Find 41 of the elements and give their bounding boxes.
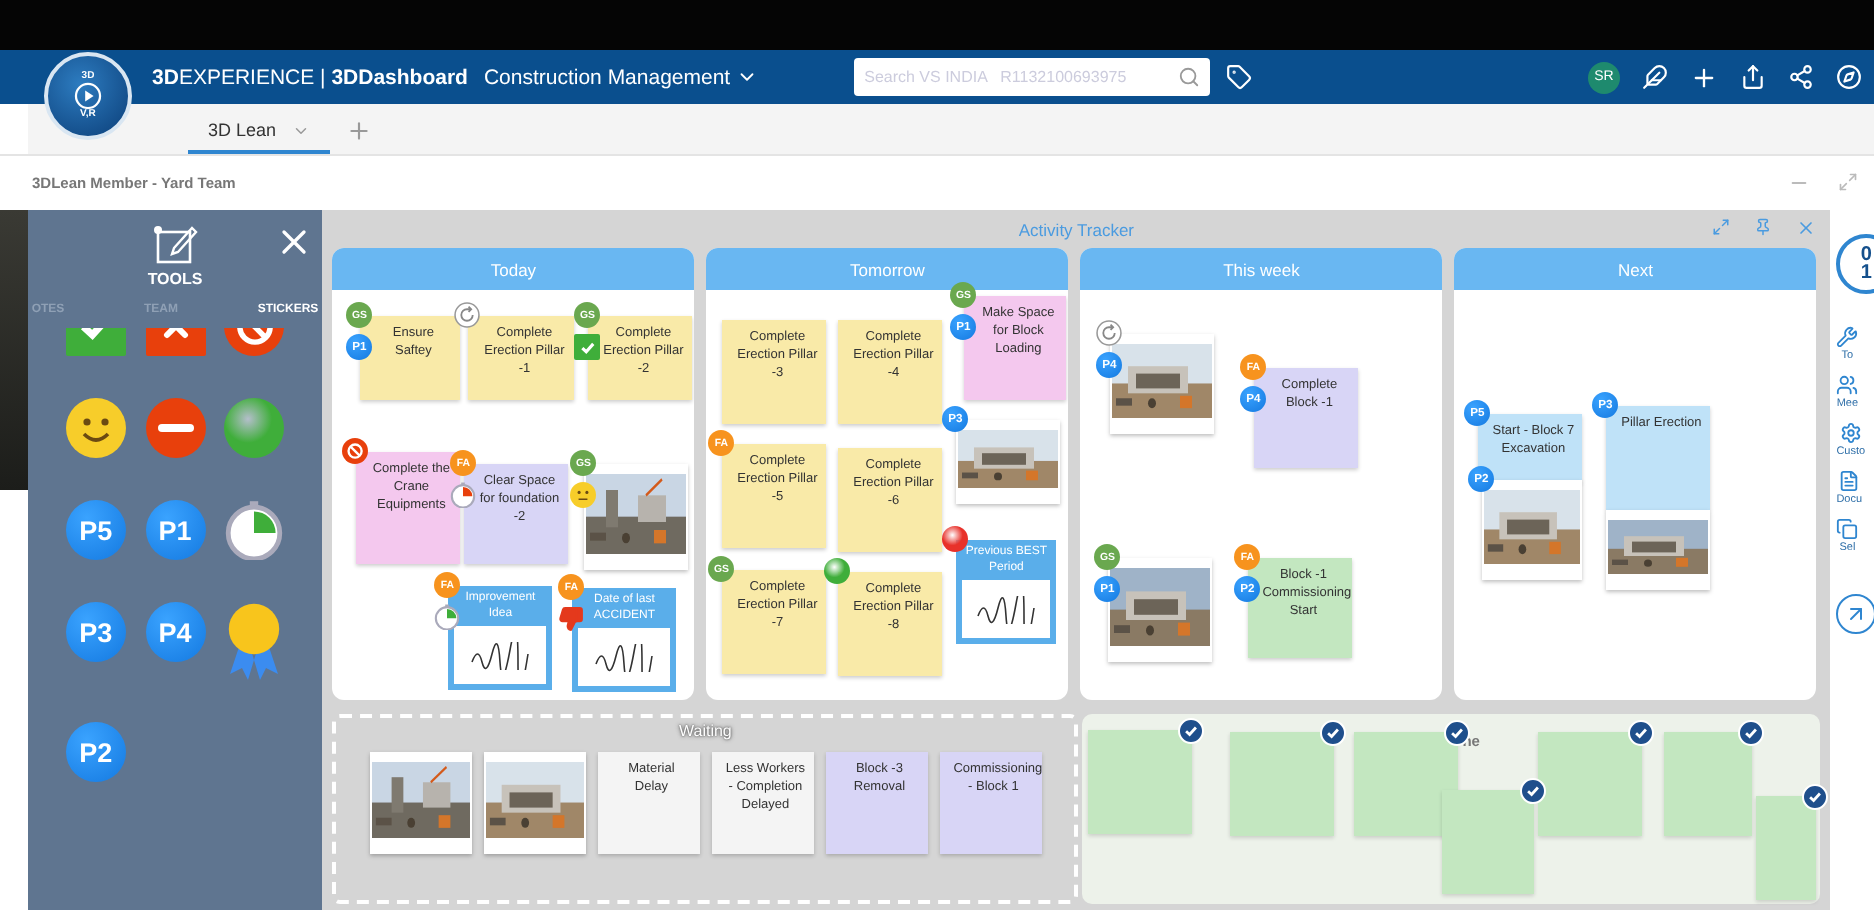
dashboard-tab[interactable]: 3D Lean [188, 110, 331, 154]
note-edit-icon [151, 222, 200, 266]
refresh-icon [454, 302, 481, 328]
photo-note[interactable] [483, 752, 586, 854]
compass-icon[interactable] [1836, 64, 1862, 90]
counter-digit: 1 [1860, 264, 1872, 282]
network-icon[interactable] [1788, 64, 1814, 90]
scribble-drawing [592, 643, 657, 671]
check-icon [574, 334, 601, 360]
tag-icon[interactable] [1226, 64, 1253, 90]
photo-note[interactable] [584, 464, 689, 570]
photo-note[interactable] [956, 420, 1061, 504]
timer-icon [434, 604, 461, 630]
photo-note[interactable] [1482, 480, 1583, 580]
ribbon-icon[interactable] [224, 602, 285, 680]
no-entry-icon [342, 438, 369, 464]
app-brand: 3DEXPERIENCE | 3DDashboard [152, 65, 468, 89]
add-icon[interactable] [1690, 63, 1718, 91]
search-icon[interactable] [1178, 66, 1201, 88]
scribble-drawing [974, 595, 1039, 623]
minus-icon[interactable] [145, 398, 206, 458]
share-icon[interactable] [1740, 64, 1766, 90]
feather-icon[interactable] [1642, 64, 1668, 90]
column-header: Next [1454, 248, 1817, 290]
board-title: Activity Tracker [1018, 219, 1135, 239]
timer-icon [450, 482, 477, 508]
timer-icon[interactable] [224, 500, 285, 560]
thumbs-down-icon [558, 606, 585, 632]
counter-digit: 0 [1860, 246, 1872, 264]
waiting-title: Waiting [679, 722, 732, 740]
tools-title: TOOLS [147, 270, 203, 288]
refresh-icon [1096, 320, 1123, 346]
neutral-face-icon [570, 482, 597, 508]
column-header: This week [1080, 248, 1443, 290]
dashboard-menu[interactable]: Construction Management [483, 65, 759, 89]
scribble-drawing [468, 641, 533, 669]
smiley-icon[interactable] [65, 398, 126, 458]
photo-note[interactable] [369, 752, 472, 854]
column-header: Today [332, 248, 695, 290]
column-header: Tomorrow [706, 248, 1069, 290]
photo-note[interactable] [1606, 510, 1711, 590]
